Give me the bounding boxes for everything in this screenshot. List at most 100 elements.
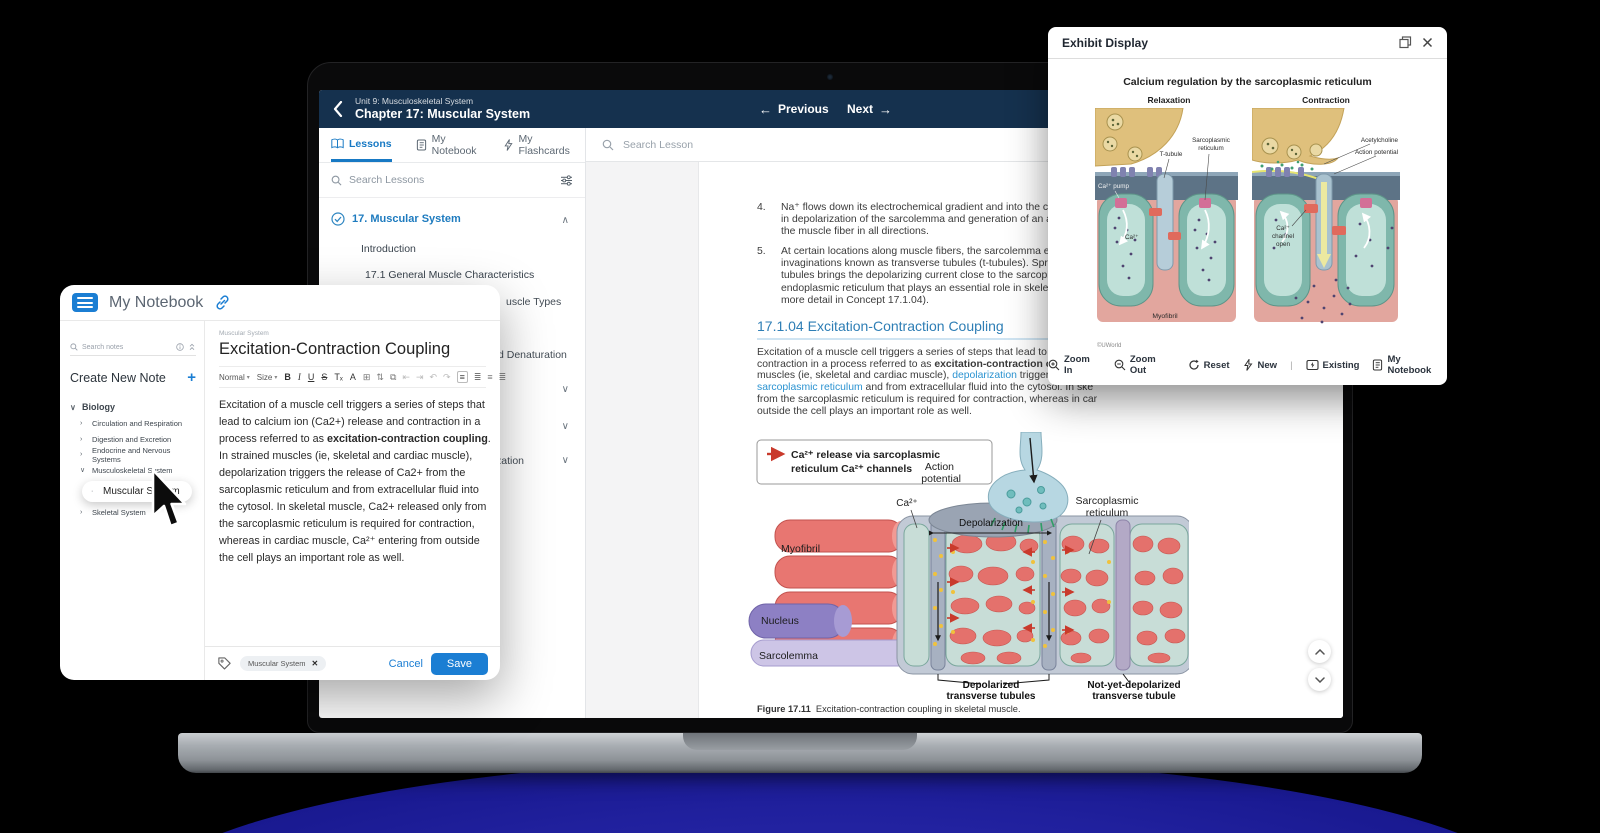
editor-toolbar-icon-0[interactable]: ⊞ xyxy=(363,372,371,383)
figure-label: potential xyxy=(921,473,961,485)
back-chevron-icon[interactable] xyxy=(333,101,343,117)
chevron-down-icon: ∨ xyxy=(80,467,86,475)
editor-toolbar-icon-7[interactable]: ≡ xyxy=(456,371,468,383)
lesson-search-input[interactable]: Search Lessons xyxy=(319,163,585,198)
reset-button[interactable]: Reset xyxy=(1188,359,1230,371)
restore-window-icon[interactable] xyxy=(1399,36,1412,49)
figure-label: transverse tubules xyxy=(947,691,1036,700)
exhibit-label: Sarcoplasmic xyxy=(1192,137,1230,144)
plus-icon[interactable]: + xyxy=(187,369,196,386)
remove-tag-icon[interactable]: ✕ xyxy=(312,659,319,668)
chevron-down-icon[interactable]: ∨ xyxy=(562,455,569,466)
info-icon[interactable] xyxy=(176,343,184,351)
editor-toolbar-icon-5[interactable]: ↶ xyxy=(429,372,437,383)
chevron-right-icon: › xyxy=(80,435,83,443)
mouse-cursor xyxy=(151,468,187,528)
exhibit-label: T-tubule xyxy=(1160,151,1183,158)
tree-item-lesson-partial[interactable]: d Denaturation xyxy=(498,349,567,361)
chevron-down-icon xyxy=(1314,676,1325,683)
chevron-right-icon: › xyxy=(80,420,83,428)
editor-toolbar-icon-8[interactable]: ≣ xyxy=(474,372,482,383)
scroll-down-button[interactable] xyxy=(1308,668,1331,691)
note-editor: Muscular System Excitation-Contraction C… xyxy=(205,321,506,680)
search-icon xyxy=(331,175,342,185)
figure-label: Myofibril xyxy=(781,543,820,555)
format-button-2[interactable]: U xyxy=(308,372,315,382)
paragraph-style-dropdown[interactable]: Normal ▾ xyxy=(219,373,250,382)
tab-my-notebook[interactable]: My Notebook xyxy=(416,128,481,162)
caret-icon: ▾ xyxy=(246,374,250,381)
exhibit-title: Exhibit Display xyxy=(1062,35,1149,50)
scroll-up-button[interactable] xyxy=(1308,640,1331,663)
editor-toolbar-icon-9[interactable]: ≡ xyxy=(487,372,492,382)
figure-label: Depolarization xyxy=(959,518,1023,529)
note-body[interactable]: Excitation of a muscle cell triggers a s… xyxy=(219,397,496,567)
exhibit-my-notebook-button[interactable]: My Notebook xyxy=(1372,354,1447,376)
format-button-3[interactable]: S xyxy=(321,372,327,382)
zoom-in-icon xyxy=(1048,359,1060,371)
chevron-down-icon[interactable]: ∨ xyxy=(562,421,569,432)
tab-lessons[interactable]: Lessons xyxy=(331,128,392,162)
note-title[interactable]: Excitation-Contraction Coupling xyxy=(219,340,486,359)
figure-label: Sarcolemma xyxy=(759,650,818,662)
bullet-icon: · xyxy=(91,488,94,495)
editor-toolbar-icon-3[interactable]: ⇤ xyxy=(402,372,410,383)
exhibit-label: Ca²⁺ pump xyxy=(1098,183,1129,190)
arrow-right-icon: → xyxy=(879,101,893,117)
next-button[interactable]: Next → xyxy=(847,90,892,128)
tree-item-lesson-partial[interactable]: zation xyxy=(496,455,524,467)
notebook-tree-item[interactable]: › Digestion and Excretion xyxy=(70,432,196,448)
zoom-out-button[interactable]: Zoom Out xyxy=(1114,354,1175,376)
webcam-icon xyxy=(827,74,833,80)
format-button-4[interactable]: Tₓ xyxy=(334,372,342,382)
tree-item-chapter[interactable]: 17. Muscular System xyxy=(331,212,461,226)
exhibit-panel-relaxation: Relaxation T-tubule Sarcoplasmic reticul… xyxy=(1094,95,1243,331)
note-tag[interactable]: Muscular System ✕ xyxy=(240,656,327,671)
collapse-all-icon[interactable] xyxy=(188,343,196,351)
editor-toolbar-icon-2[interactable]: ⧉ xyxy=(390,372,396,383)
exhibit-panel-contraction: Contraction Acetylcholine Action potenti… xyxy=(1251,95,1400,331)
create-new-note[interactable]: Create New Note + xyxy=(70,369,196,386)
search-icon xyxy=(70,343,78,351)
close-icon[interactable] xyxy=(1422,37,1433,48)
notebook-tree-item[interactable]: › Endocrine and Nervous Systems xyxy=(70,446,196,464)
exhibit-titlebar[interactable]: Exhibit Display xyxy=(1048,27,1447,59)
format-button-5[interactable]: A xyxy=(350,372,356,382)
tree-item-lesson[interactable]: Introduction xyxy=(361,243,416,255)
chevron-down-icon[interactable]: ∨ xyxy=(562,384,569,395)
zoom-in-button[interactable]: Zoom In xyxy=(1048,354,1101,376)
chevron-right-icon: › xyxy=(80,509,83,517)
tree-item-lesson[interactable]: 17.1 General Muscle Characteristics xyxy=(365,269,534,281)
cancel-button[interactable]: Cancel xyxy=(389,658,423,670)
notebook-tree-item[interactable]: ∨ Biology xyxy=(70,398,196,416)
arrow-left-icon: ← xyxy=(759,101,772,117)
notebook-tree-item[interactable]: › Circulation and Respiration xyxy=(70,416,196,432)
link-icon[interactable] xyxy=(214,294,231,311)
search-placeholder: Search Lessons xyxy=(349,174,425,186)
format-button-1[interactable]: I xyxy=(298,372,301,382)
chevron-right-icon: › xyxy=(80,451,83,459)
chevron-up-icon[interactable]: ∧ xyxy=(562,215,569,226)
menu-icon[interactable] xyxy=(72,293,98,312)
exhibit-label: Ca²⁺ xyxy=(1125,234,1138,241)
editor-toolbar-icon-4[interactable]: ⇥ xyxy=(416,372,424,383)
existing-flashcard-button[interactable]: Existing xyxy=(1305,359,1359,371)
tab-my-flashcards[interactable]: My Flashcards xyxy=(504,128,573,162)
exhibit-label: Ca²⁺ xyxy=(1276,225,1289,232)
notebook-icon xyxy=(416,139,426,151)
figure-label: transverse tubule xyxy=(1092,691,1176,700)
new-flashcard-button[interactable]: New xyxy=(1243,359,1277,371)
filter-icon[interactable] xyxy=(560,174,573,186)
editor-toolbar-icon-1[interactable]: ⇅ xyxy=(376,372,384,383)
notes-search-input[interactable]: Search notes xyxy=(70,343,196,356)
format-button-0[interactable]: B xyxy=(284,372,291,382)
figure-legend-line: Ca²⁺ release via sarcoplasmic xyxy=(791,449,940,461)
editor-toolbar-icon-10[interactable]: ≣ xyxy=(499,372,507,383)
previous-button[interactable]: ← Previous xyxy=(759,90,829,128)
toolbar-separator: | xyxy=(1290,359,1293,371)
notebook-header: My Notebook xyxy=(60,285,500,321)
editor-toolbar-icon-6[interactable]: ↷ xyxy=(443,372,451,383)
font-size-dropdown[interactable]: Size ▾ xyxy=(257,373,278,382)
tree-item-lesson-partial[interactable]: uscle Types xyxy=(506,296,561,308)
save-button[interactable]: Save xyxy=(430,652,488,675)
